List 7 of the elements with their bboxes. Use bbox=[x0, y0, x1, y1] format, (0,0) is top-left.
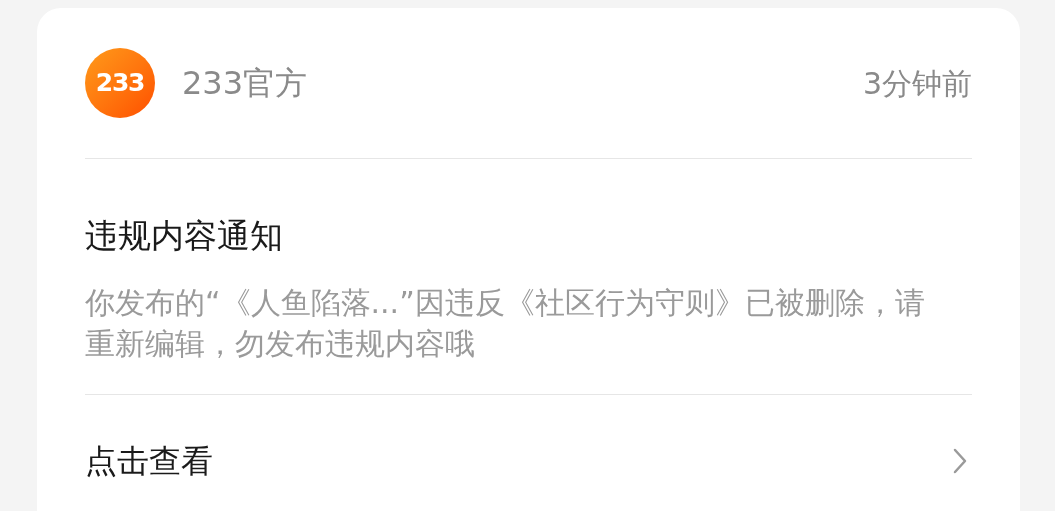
timestamp: 3分钟前 bbox=[862, 64, 972, 103]
view-link[interactable]: 点击查看 bbox=[85, 395, 972, 485]
chevron-right-icon bbox=[952, 447, 968, 475]
logo-icon: 233 bbox=[85, 48, 155, 118]
sender-name: 233官方 bbox=[182, 63, 308, 104]
notice-title: 违规内容通知 bbox=[85, 215, 284, 257]
notice-body: 你发布的“《人鱼陷落...”因违反《社区行为守则》已被删除，请重新编辑，勿发布违规内容哦 bbox=[85, 284, 926, 363]
